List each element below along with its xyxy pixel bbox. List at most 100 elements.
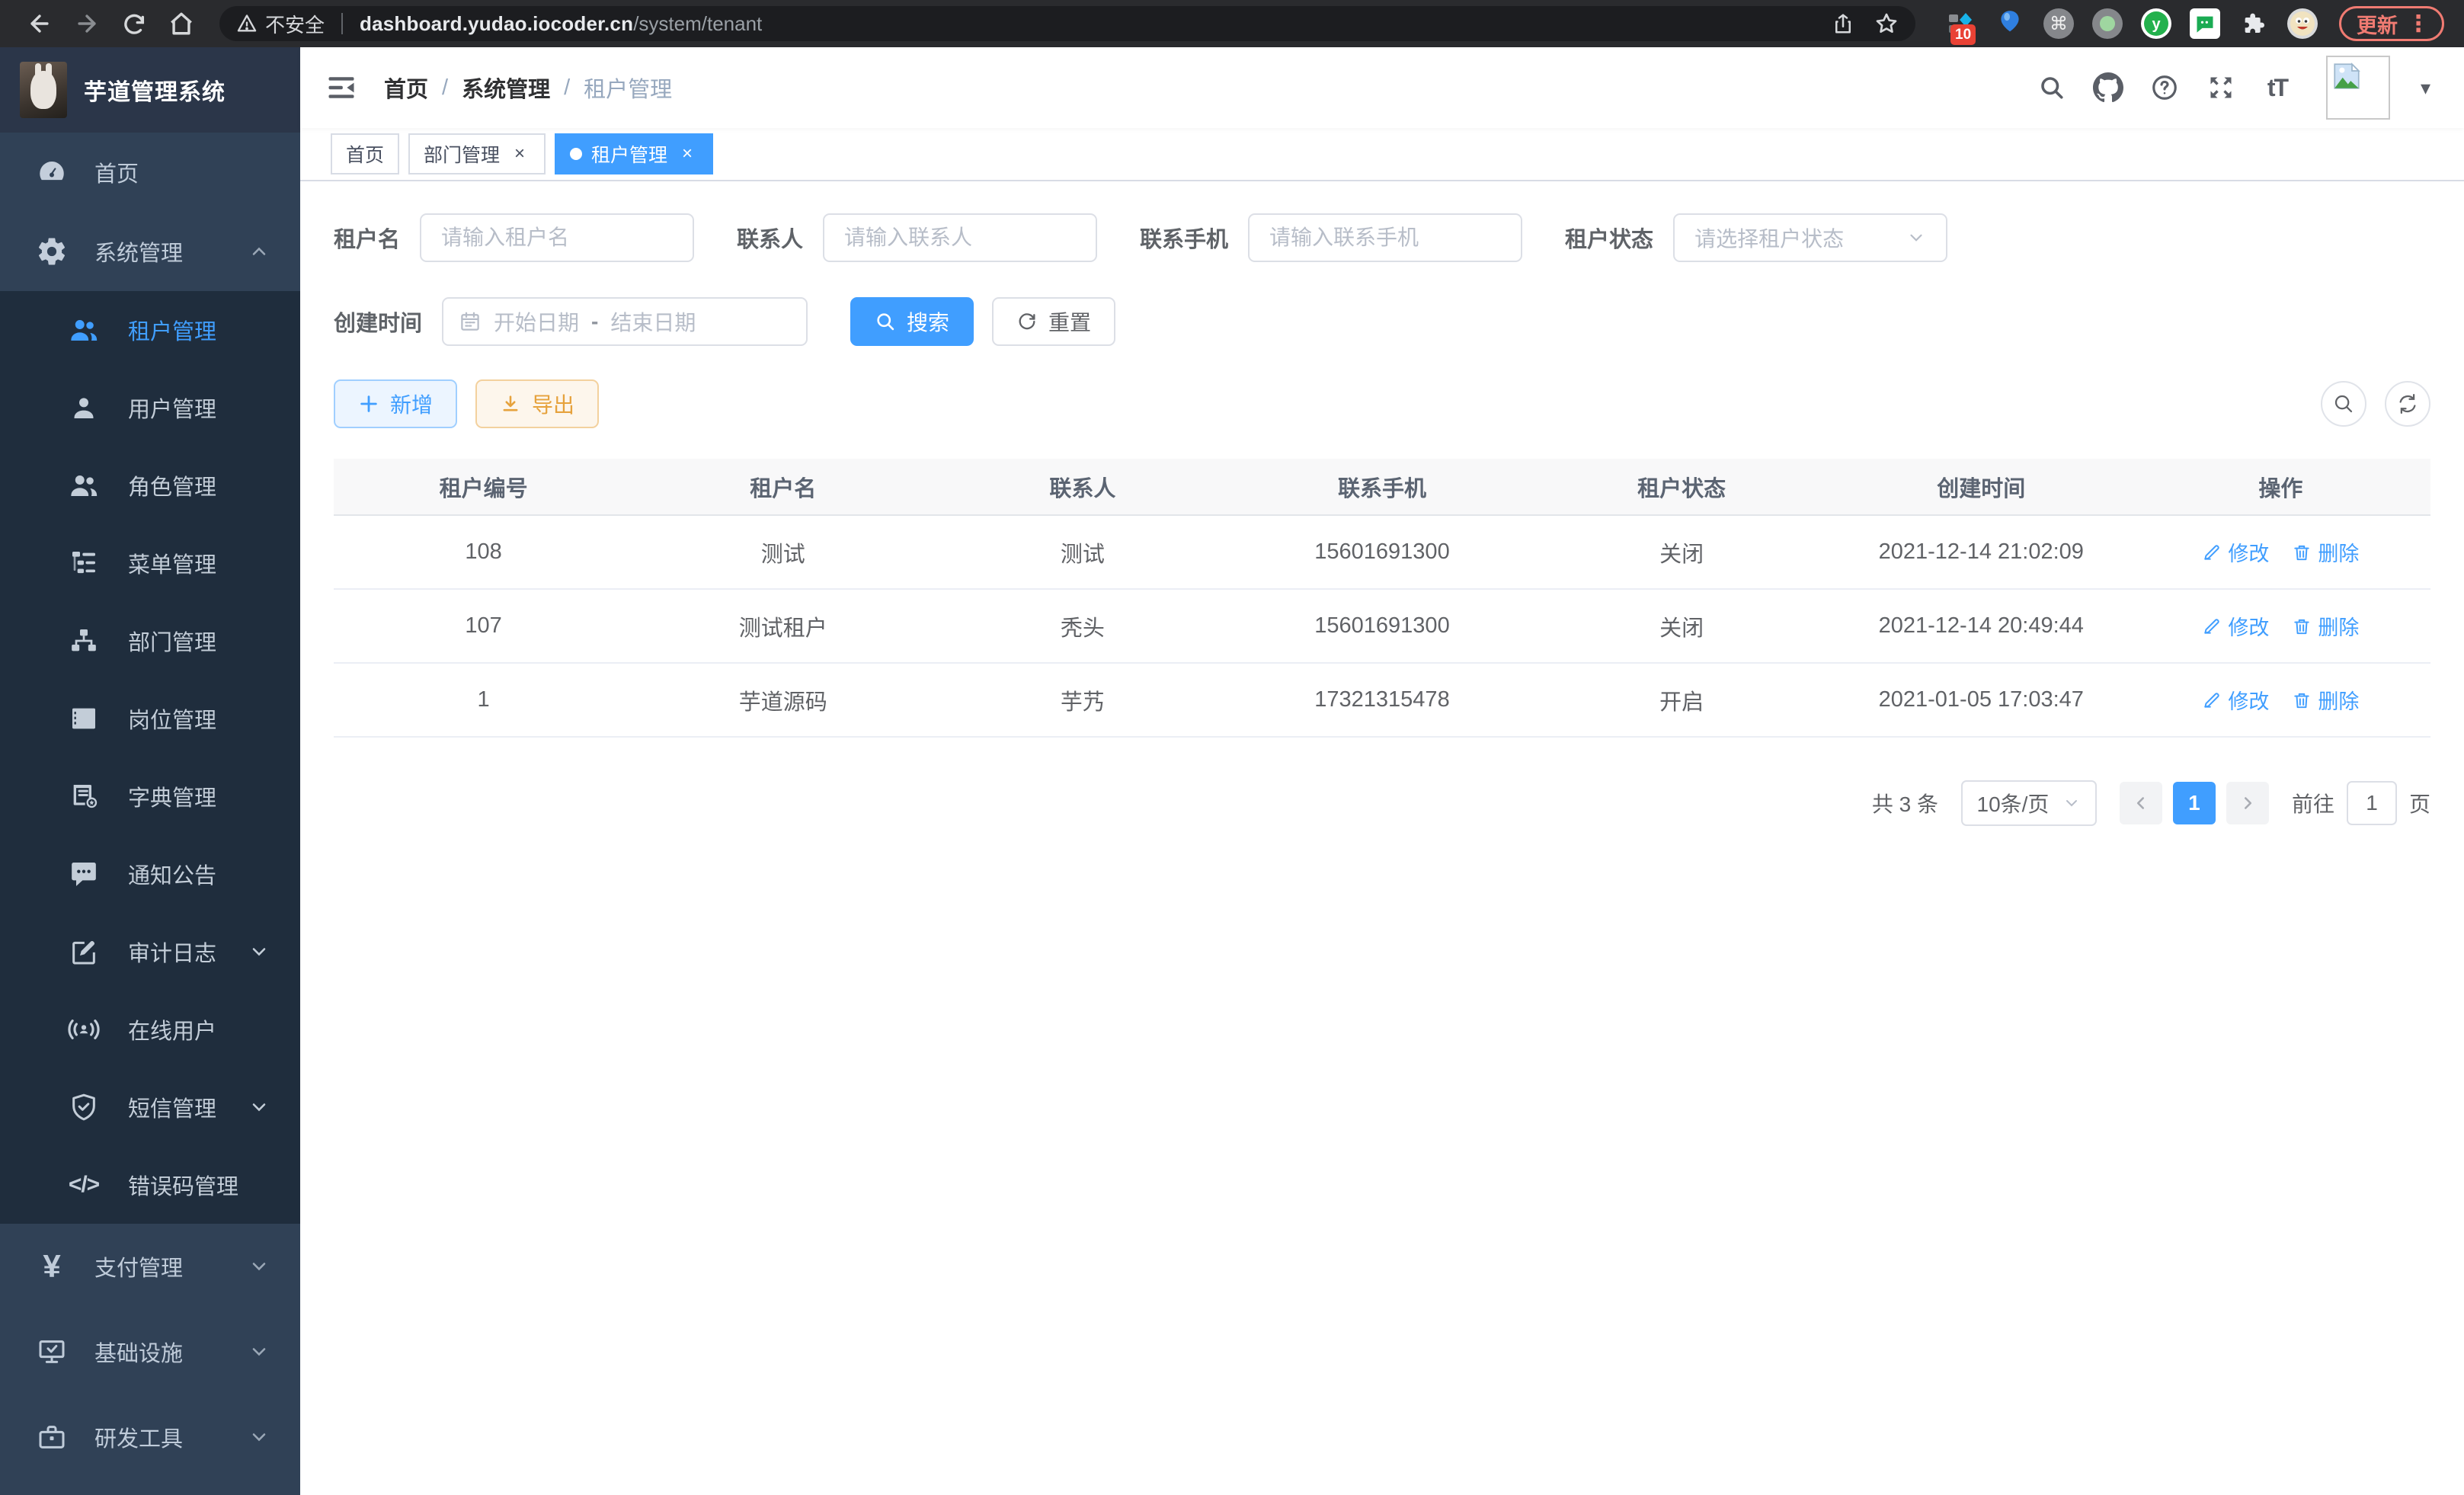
sidebar-item-user[interactable]: 用户管理 — [0, 369, 300, 447]
extension-icon-command[interactable]: ⌘ — [2043, 8, 2074, 39]
close-icon[interactable]: × — [677, 143, 698, 165]
org-chart-icon — [67, 624, 101, 658]
add-button[interactable]: 新增 — [334, 379, 457, 428]
contact-input[interactable] — [823, 213, 1097, 262]
sidebar-item-home[interactable]: 首页 — [0, 133, 300, 212]
tab-dept[interactable]: 部门管理 × — [408, 133, 546, 174]
tab-home[interactable]: 首页 — [331, 133, 399, 174]
chevron-down-icon — [2062, 794, 2081, 812]
github-icon[interactable] — [2091, 71, 2125, 104]
profile-avatar-icon[interactable] — [2287, 8, 2318, 39]
table-row: 1 芋道源码 芋艿 17321315478 开启 2021-01-05 17:0… — [334, 663, 2430, 737]
status-label: 租户状态 — [1565, 222, 1653, 254]
extension-icon-balloon[interactable] — [1995, 8, 2025, 39]
prev-page-icon[interactable] — [2120, 782, 2162, 824]
app-header: 首页 / 系统管理 / 租户管理 tT — [300, 47, 2464, 128]
sidebar-item-error-code[interactable]: </> 错误码管理 — [0, 1146, 300, 1224]
sidebar-item-tenant[interactable]: 租户管理 — [0, 291, 300, 369]
sidebar-item-sms[interactable]: 短信管理 — [0, 1068, 300, 1146]
sidebar: 芋道管理系统 首页 系统管理 — [0, 47, 300, 1495]
delete-link[interactable]: 删除 — [2292, 537, 2359, 567]
page-size-select[interactable]: 10条/页 — [1961, 780, 2097, 826]
edit-link[interactable]: 修改 — [2202, 537, 2269, 567]
home-icon[interactable] — [162, 4, 201, 43]
contact-label: 联系人 — [737, 222, 803, 254]
extension-icon-record[interactable] — [2092, 8, 2123, 39]
help-icon[interactable] — [2148, 71, 2181, 104]
kebab-menu-icon[interactable]: ⋮ — [2407, 11, 2430, 37]
date-range-picker[interactable]: 开始日期 - 结束日期 — [442, 297, 808, 346]
edit-icon — [2202, 690, 2222, 710]
extension-icon-chat[interactable] — [2190, 8, 2220, 39]
site-security: 不安全 — [236, 10, 325, 38]
sidebar-item-dict[interactable]: 字典管理 — [0, 757, 300, 835]
browser-toolbar: 不安全 dashboard.yudao.iocoder.cn/system/te… — [0, 0, 2464, 47]
close-icon[interactable]: × — [509, 143, 530, 165]
sidebar-item-menu[interactable]: 菜单管理 — [0, 524, 300, 602]
tenant-name-input[interactable] — [420, 213, 694, 262]
total-count: 共 3 条 — [1872, 788, 1938, 818]
search-button[interactable]: 搜索 — [850, 297, 974, 346]
menu-tree-icon — [67, 546, 101, 580]
sidebar-item-infrastructure[interactable]: 基础设施 — [0, 1309, 300, 1394]
sidebar-item-audit-log[interactable]: 审计日志 — [0, 913, 300, 991]
breadcrumb-home[interactable]: 首页 — [384, 72, 428, 104]
dashboard-icon — [35, 155, 69, 189]
sidebar-collapse-icon[interactable] — [325, 71, 358, 104]
header-search-icon[interactable] — [2035, 71, 2069, 104]
browser-update-button[interactable]: 更新 ⋮ — [2339, 6, 2444, 41]
table-refresh-icon[interactable] — [2385, 381, 2430, 427]
chevron-down-icon — [248, 1256, 270, 1277]
online-users-icon — [67, 1013, 101, 1046]
table-search-icon[interactable] — [2321, 381, 2366, 427]
edit-icon — [2202, 543, 2222, 562]
extension-icon-tiles[interactable]: 10 — [1946, 8, 1976, 39]
sidebar-item-payment[interactable]: ¥ 支付管理 — [0, 1224, 300, 1309]
sidebar-item-online-users[interactable]: 在线用户 — [0, 991, 300, 1068]
forward-icon[interactable] — [67, 4, 107, 43]
pagination: 共 3 条 10条/页 1 前往 — [334, 780, 2430, 826]
sidebar-item-system[interactable]: 系统管理 — [0, 212, 300, 291]
col-created: 创建时间 — [1832, 459, 2131, 515]
trash-icon — [2292, 690, 2312, 710]
extensions-puzzle-icon[interactable] — [2238, 8, 2269, 39]
yen-icon: ¥ — [35, 1250, 69, 1283]
reset-button[interactable]: 重置 — [992, 297, 1115, 346]
fullscreen-icon[interactable] — [2204, 71, 2238, 104]
status-select[interactable]: 请选择租户状态 — [1673, 213, 1947, 262]
goto-page-input[interactable] — [2347, 781, 2397, 825]
reload-icon[interactable] — [114, 4, 154, 43]
app-logo[interactable]: 芋道管理系统 — [0, 47, 300, 133]
breadcrumb-system[interactable]: 系统管理 — [462, 72, 550, 104]
page-number-current[interactable]: 1 — [2173, 782, 2216, 824]
caret-down-icon[interactable]: ▾ — [2421, 76, 2430, 100]
font-size-icon[interactable]: tT — [2261, 71, 2294, 104]
tab-tenant[interactable]: 租户管理 × — [555, 133, 713, 174]
table-row: 108 测试 测试 15601691300 关闭 2021-12-14 21:0… — [334, 515, 2430, 589]
export-button[interactable]: 导出 — [475, 379, 599, 428]
url-bar[interactable]: 不安全 dashboard.yudao.iocoder.cn/system/te… — [219, 6, 1915, 41]
next-page-icon[interactable] — [2226, 782, 2269, 824]
warning-icon — [236, 13, 258, 34]
back-icon[interactable] — [20, 4, 59, 43]
users-icon — [67, 313, 101, 347]
status-text: 关闭 — [1532, 515, 1832, 589]
sidebar-item-dept[interactable]: 部门管理 — [0, 602, 300, 680]
user-icon — [67, 391, 101, 424]
col-contact: 联系人 — [933, 459, 1232, 515]
chevron-down-icon — [1906, 228, 1926, 248]
edit-link[interactable]: 修改 — [2202, 611, 2269, 641]
edit-link[interactable]: 修改 — [2202, 685, 2269, 715]
user-avatar[interactable] — [2326, 56, 2390, 120]
mobile-input[interactable] — [1248, 213, 1522, 262]
delete-link[interactable]: 删除 — [2292, 611, 2359, 641]
sidebar-item-role[interactable]: 角色管理 — [0, 447, 300, 524]
sidebar-item-dev-tools[interactable]: 研发工具 — [0, 1394, 300, 1480]
chevron-up-icon — [248, 241, 270, 262]
delete-link[interactable]: 删除 — [2292, 685, 2359, 715]
share-icon[interactable] — [1832, 12, 1854, 35]
sidebar-item-notice[interactable]: 通知公告 — [0, 835, 300, 913]
extension-icon-y-circle[interactable]: y — [2141, 8, 2171, 39]
bookmark-star-icon[interactable] — [1874, 11, 1899, 36]
sidebar-item-post[interactable]: 岗位管理 — [0, 680, 300, 757]
